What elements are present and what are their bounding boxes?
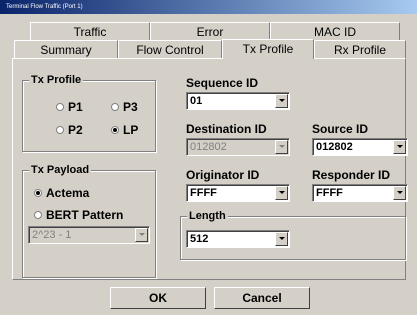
radio-indicator <box>111 102 119 111</box>
chevron-down-icon[interactable] <box>135 228 148 242</box>
source-id-select[interactable]: 012802 <box>312 138 408 156</box>
tab-flow-control[interactable]: Flow Control <box>118 40 222 58</box>
length-legend: Length <box>187 210 228 223</box>
originator-id-label: Originator ID <box>186 168 260 182</box>
length-select[interactable]: 512 <box>186 230 290 248</box>
radio-indicator <box>56 125 64 134</box>
source-id-value: 012802 <box>316 141 353 153</box>
bert-pattern-value: 2^23 - 1 <box>32 229 72 241</box>
radio-p3-label: P3 <box>123 100 138 114</box>
tab-tx-profile[interactable]: Tx Profile <box>222 39 314 59</box>
chevron-down-icon[interactable] <box>275 94 288 108</box>
tx-profile-legend: Tx Profile <box>29 74 84 87</box>
sequence-id-select[interactable]: 01 <box>186 92 290 110</box>
originator-id-select[interactable]: FFFF <box>186 184 290 202</box>
window-title: Terminal Flow Traffic (Port 1) <box>0 0 417 14</box>
responder-id-select[interactable]: FFFF <box>312 184 408 202</box>
radio-indicator <box>111 125 119 134</box>
radio-p3[interactable]: P3 <box>111 100 138 114</box>
responder-id-label: Responder ID <box>312 168 391 182</box>
tx-profile-group: Tx Profile <box>22 74 156 152</box>
radio-lp[interactable]: LP <box>111 123 138 137</box>
chevron-down-icon[interactable] <box>275 140 288 154</box>
radio-indicator <box>34 188 42 197</box>
originator-id-value: FFFF <box>190 187 217 199</box>
radio-actema-label: Actema <box>46 186 90 200</box>
source-id-label: Source ID <box>312 122 369 136</box>
responder-id-value: FFFF <box>316 187 343 199</box>
radio-p2[interactable]: P2 <box>56 123 83 137</box>
length-value: 512 <box>190 233 209 245</box>
ok-button[interactable]: OK <box>110 287 206 309</box>
destination-id-value: 012802 <box>190 141 227 153</box>
radio-bert-pattern[interactable]: BERT Pattern <box>34 208 123 222</box>
chevron-down-icon[interactable] <box>393 140 406 154</box>
tx-payload-legend: Tx Payload <box>29 164 92 177</box>
chevron-down-icon[interactable] <box>275 186 288 200</box>
radio-lp-label: LP <box>123 123 139 137</box>
radio-indicator <box>34 210 42 219</box>
destination-id-select[interactable]: 012802 <box>186 138 290 156</box>
radio-p1[interactable]: P1 <box>56 100 83 114</box>
destination-id-label: Destination ID <box>186 122 267 136</box>
tab-mac-id[interactable]: MAC ID <box>270 22 400 40</box>
tab-traffic[interactable]: Traffic <box>30 22 150 40</box>
tab-error[interactable]: Error <box>150 22 270 40</box>
chevron-down-icon[interactable] <box>275 232 288 246</box>
sequence-id-label: Sequence ID <box>186 76 259 90</box>
radio-bert-label: BERT Pattern <box>46 208 124 222</box>
cancel-button[interactable]: Cancel <box>214 287 310 309</box>
sequence-id-value: 01 <box>190 95 203 107</box>
radio-p1-label: P1 <box>68 100 83 114</box>
tab-rx-profile[interactable]: Rx Profile <box>314 40 406 58</box>
radio-indicator <box>56 102 64 111</box>
radio-actema[interactable]: Actema <box>34 186 89 200</box>
tab-summary[interactable]: Summary <box>14 40 118 58</box>
bert-pattern-select[interactable]: 2^23 - 1 <box>28 226 150 244</box>
chevron-down-icon[interactable] <box>393 186 406 200</box>
radio-p2-label: P2 <box>68 123 83 137</box>
